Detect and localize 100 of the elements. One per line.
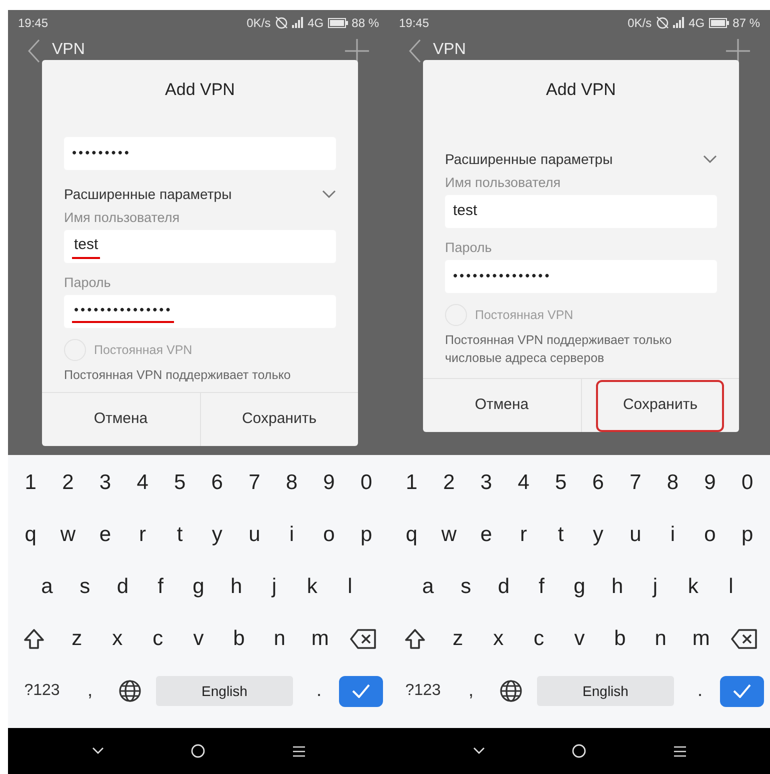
dialog-button[interactable]: Отмена (42, 393, 200, 446)
key[interactable]: q (16, 519, 46, 551)
dialog-button[interactable]: Сохранить (596, 380, 724, 432)
key[interactable]: e (90, 519, 120, 551)
key[interactable]: c (142, 623, 173, 655)
key[interactable]: i (658, 519, 688, 551)
password-field[interactable]: ••••••••••••••• (445, 260, 717, 293)
key[interactable]: 2 (52, 467, 83, 499)
key[interactable]: 7 (620, 467, 650, 499)
key[interactable]: , (70, 676, 110, 706)
add-icon[interactable] (726, 39, 750, 63)
key[interactable]: g (183, 571, 214, 603)
globe-icon[interactable] (118, 679, 142, 703)
key[interactable]: f (146, 571, 176, 603)
username-field[interactable]: test (64, 230, 336, 263)
space-key[interactable]: English (537, 676, 674, 706)
key[interactable]: . (299, 676, 339, 706)
key[interactable]: 9 (314, 467, 344, 499)
key[interactable]: v (564, 623, 594, 655)
key[interactable]: c (524, 623, 554, 655)
section-title[interactable]: Расширенные параметры (64, 184, 232, 204)
key[interactable]: g (564, 571, 594, 603)
key[interactable]: a (412, 571, 443, 603)
key[interactable]: i (276, 519, 307, 551)
key[interactable]: . (680, 676, 720, 706)
symbols-key[interactable]: ?123 (14, 679, 70, 703)
key[interactable]: , (451, 676, 491, 706)
key[interactable]: t (164, 519, 195, 551)
key[interactable]: a (32, 571, 62, 603)
home-icon[interactable] (572, 744, 586, 758)
key[interactable]: 1 (16, 467, 46, 499)
key[interactable]: 5 (164, 467, 195, 499)
password-field[interactable]: ••••••••••••••• (64, 295, 336, 328)
key[interactable]: y (202, 519, 232, 551)
key[interactable]: 4 (128, 467, 158, 499)
key[interactable]: x (483, 623, 514, 655)
key[interactable]: d (108, 571, 138, 603)
back-icon[interactable] (28, 39, 40, 63)
add-icon[interactable] (345, 39, 369, 63)
username-field[interactable]: test (445, 195, 717, 228)
key[interactable]: f (526, 571, 557, 603)
key[interactable]: 6 (202, 467, 232, 499)
key[interactable]: r (508, 519, 539, 551)
key[interactable]: 2 (434, 467, 464, 499)
key[interactable]: 0 (351, 467, 382, 499)
key[interactable]: w (434, 519, 464, 551)
key[interactable]: 4 (508, 467, 539, 499)
key[interactable]: m (305, 623, 336, 655)
key[interactable]: 6 (583, 467, 614, 499)
key[interactable]: n (264, 623, 295, 655)
key[interactable]: n (646, 623, 676, 655)
key[interactable]: 3 (471, 467, 502, 499)
dialog-button[interactable]: Отмена (423, 379, 580, 432)
key[interactable]: h (221, 571, 252, 603)
key[interactable]: 8 (276, 467, 307, 499)
key[interactable]: z (442, 623, 473, 655)
key[interactable]: j (259, 571, 290, 603)
symbols-key[interactable]: ?123 (395, 679, 451, 703)
key[interactable]: b (605, 623, 635, 655)
globe-icon[interactable] (499, 679, 523, 703)
key[interactable]: u (620, 519, 650, 551)
key[interactable]: j (640, 571, 670, 603)
key[interactable]: y (583, 519, 614, 551)
key[interactable]: w (52, 519, 83, 551)
dialog-button[interactable]: Сохранить (200, 393, 358, 446)
key[interactable]: v (183, 623, 214, 655)
key[interactable]: m (686, 623, 716, 655)
menu-icon[interactable] (674, 746, 686, 756)
section-title[interactable]: Расширенные параметры (445, 148, 613, 170)
key[interactable]: h (602, 571, 632, 603)
key[interactable]: 3 (90, 467, 120, 499)
key[interactable]: l (334, 571, 365, 603)
key[interactable]: s (70, 571, 100, 603)
key[interactable]: p (732, 519, 762, 551)
key[interactable]: r (128, 519, 158, 551)
password-field[interactable]: ••••••••• (64, 137, 336, 170)
home-icon[interactable] (191, 744, 206, 758)
key[interactable]: u (239, 519, 270, 551)
key[interactable]: 5 (546, 467, 576, 499)
menu-icon[interactable] (293, 746, 306, 756)
key[interactable]: 1 (396, 467, 427, 499)
key[interactable]: b (224, 623, 254, 655)
back-icon[interactable] (409, 39, 421, 63)
key[interactable]: q (396, 519, 427, 551)
key[interactable]: z (62, 623, 92, 655)
key[interactable]: 0 (732, 467, 762, 499)
key[interactable]: x (102, 623, 132, 655)
shift-icon[interactable] (22, 627, 46, 651)
key[interactable]: k (297, 571, 328, 603)
key[interactable]: t (546, 519, 576, 551)
key[interactable]: k (678, 571, 708, 603)
key[interactable]: l (716, 571, 746, 603)
key[interactable]: 8 (658, 467, 688, 499)
key[interactable]: o (314, 519, 344, 551)
key[interactable]: e (471, 519, 502, 551)
key[interactable]: d (488, 571, 519, 603)
enter-key[interactable] (339, 676, 383, 706)
key[interactable]: 9 (695, 467, 726, 499)
key[interactable]: 7 (239, 467, 270, 499)
key[interactable]: o (695, 519, 726, 551)
